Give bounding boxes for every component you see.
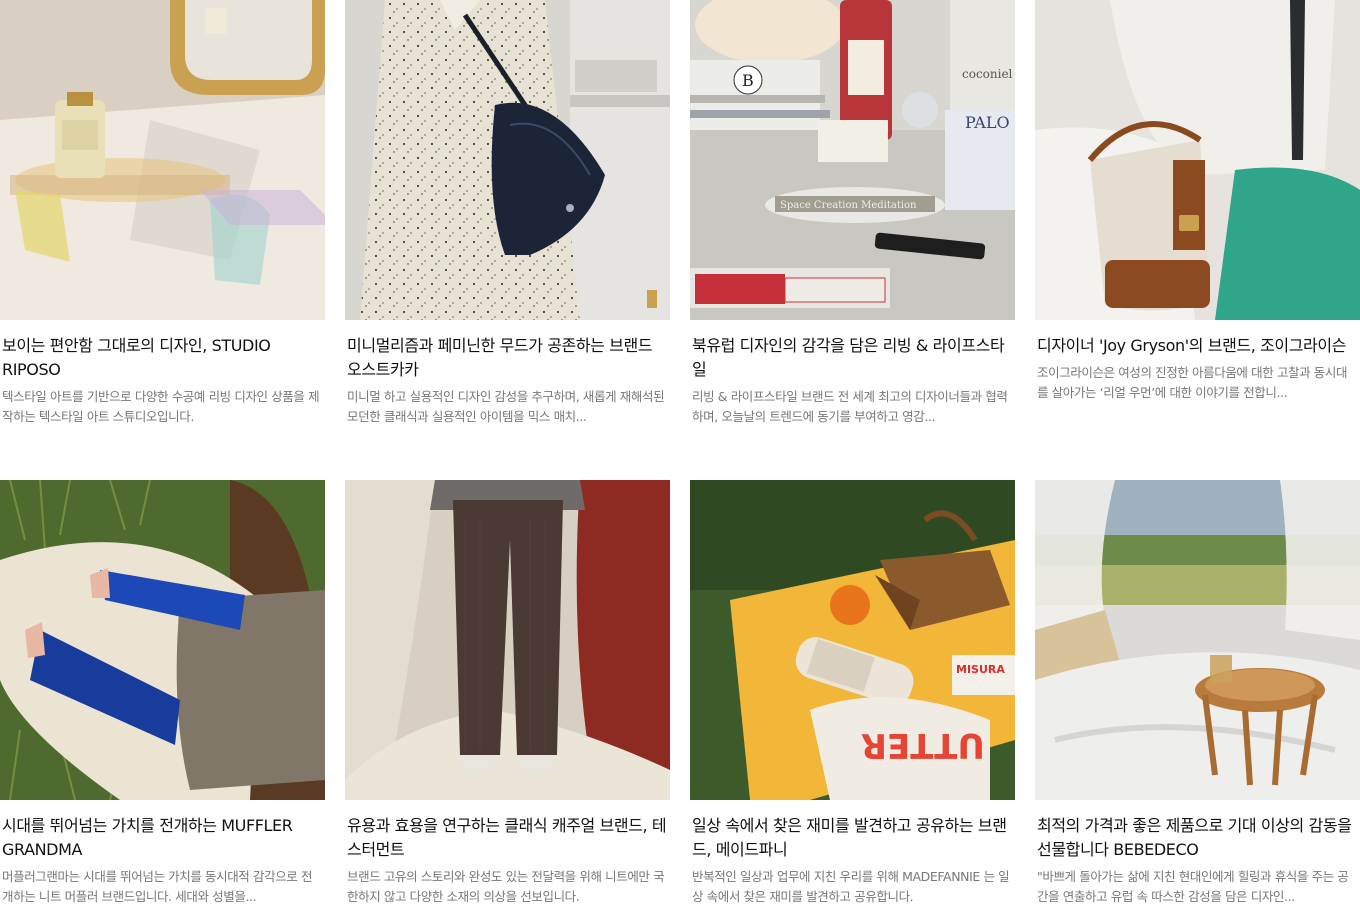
picnic-basket-blanket-image[interactable]: MISURA UTTER bbox=[690, 480, 1015, 800]
card-description: 리빙 & 라이프스타일 브랜드 전 세계 최고의 디자이너들과 협력하며, 오늘… bbox=[692, 389, 1008, 424]
brand-card-studio-riposo[interactable]: 보이는 편안함 그대로의 디자인, STUDIO RIPOSO 텍스타일 아트를… bbox=[0, 0, 325, 427]
desk-wine-incense-image[interactable]: B Space Creation Meditation coconiel roo… bbox=[690, 0, 1015, 320]
shirt-text: UTTER bbox=[861, 725, 985, 765]
card-description: 머플러그랜마는 시대를 뛰어넘는 가치를 동시대적 감각으로 전개하는 니트 머… bbox=[2, 869, 313, 904]
card-description: 미니멀 하고 실용적인 디자인 감성을 추구하며, 새롭게 재해석된 모던한 클… bbox=[347, 389, 665, 424]
check-trousers-studio-image[interactable] bbox=[345, 480, 670, 800]
blue-knit-armwarmers-grass-image[interactable] bbox=[0, 480, 325, 800]
card-description: 조이그라이슨은 여성의 진정한 아름다움에 대한 고찰과 동시대를 살아가는 ‘… bbox=[1037, 365, 1348, 400]
card-title[interactable]: 일상 속에서 찾은 재미를 발견하고 공유하는 브랜드, 메이드파니 bbox=[692, 814, 1013, 862]
card-description: 텍스타일 아트를 기반으로 다양한 수공예 리빙 디자인 상품을 제작하는 텍스… bbox=[2, 389, 320, 424]
brand-card-madefannie[interactable]: MISURA UTTER 일상 속에서 찾은 재미를 발견하고 공유하는 브랜드… bbox=[690, 480, 1015, 907]
brand-card-muffler-grandma[interactable]: 시대를 뛰어넘는 가치를 전개하는 MUFFLER GRANDMA 머플러그랜마… bbox=[0, 480, 325, 907]
brand-card-bebedeco[interactable]: 최적의 가격과 좋은 제품으로 기대 이상의 감동을 선물합니다 BEBEDEC… bbox=[1035, 480, 1360, 907]
card-title[interactable]: 보이는 편안함 그대로의 디자인, STUDIO RIPOSO bbox=[2, 334, 323, 382]
box-text: MISURA bbox=[956, 663, 1005, 676]
brand-card-nordic-living[interactable]: B Space Creation Meditation coconiel roo… bbox=[690, 0, 1015, 427]
tag-letter: B bbox=[742, 71, 754, 90]
card-description: 브랜드 고유의 스토리와 완성도 있는 전달력을 위해 니트에만 국한하지 않고… bbox=[347, 869, 665, 904]
brand-card-testament[interactable]: 유용과 효용을 연구하는 클래식 캐주얼 브랜드, 테스터먼트 브랜드 고유의 … bbox=[345, 480, 670, 907]
card-title[interactable]: 디자이너 'Joy Gryson'의 브랜드, 조이그라이슨 bbox=[1037, 334, 1358, 358]
speckled-dress-leather-bag-image[interactable] bbox=[345, 0, 670, 320]
brand-card-ostkaka[interactable]: 미니멀리즘과 페미닌한 무드가 공존하는 브랜드 오스트카카 미니멀 하고 실용… bbox=[345, 0, 670, 427]
tray-text: Space Creation Meditation bbox=[780, 200, 917, 211]
card-title[interactable]: 최적의 가격과 좋은 제품으로 기대 이상의 감동을 선물합니다 BEBEDEC… bbox=[1037, 814, 1358, 862]
book-text: coconiel room bbox=[962, 67, 1015, 81]
box-text: PALO bbox=[965, 113, 1010, 132]
card-description: "바쁘게 돌아가는 삶에 지친 현대인에게 힐링과 휴식을 주는 공간을 연출하… bbox=[1037, 869, 1349, 904]
brand-card-joy-gryson[interactable]: 디자이너 'Joy Gryson'의 브랜드, 조이그라이슨 조이그라이슨은 여… bbox=[1035, 0, 1360, 403]
rattan-tray-bedding-window-image[interactable] bbox=[1035, 480, 1360, 800]
card-title[interactable]: 미니멀리즘과 페미닌한 무드가 공존하는 브랜드 오스트카카 bbox=[347, 334, 668, 382]
card-description: 반복적인 일상과 업무에 지친 우리를 위해 MADEFANNIE 는 일상 속… bbox=[692, 869, 1010, 904]
canvas-bucket-bag-image[interactable] bbox=[1035, 0, 1360, 320]
card-title[interactable]: 북유럽 디자인의 감각을 담은 리빙 & 라이프스타일 bbox=[692, 334, 1013, 382]
card-title[interactable]: 시대를 뛰어넘는 가치를 전개하는 MUFFLER GRANDMA bbox=[2, 814, 323, 862]
acrylic-tray-perfume-mirror-image[interactable] bbox=[0, 0, 325, 320]
card-title[interactable]: 유용과 효용을 연구하는 클래식 캐주얼 브랜드, 테스터먼트 bbox=[347, 814, 668, 862]
